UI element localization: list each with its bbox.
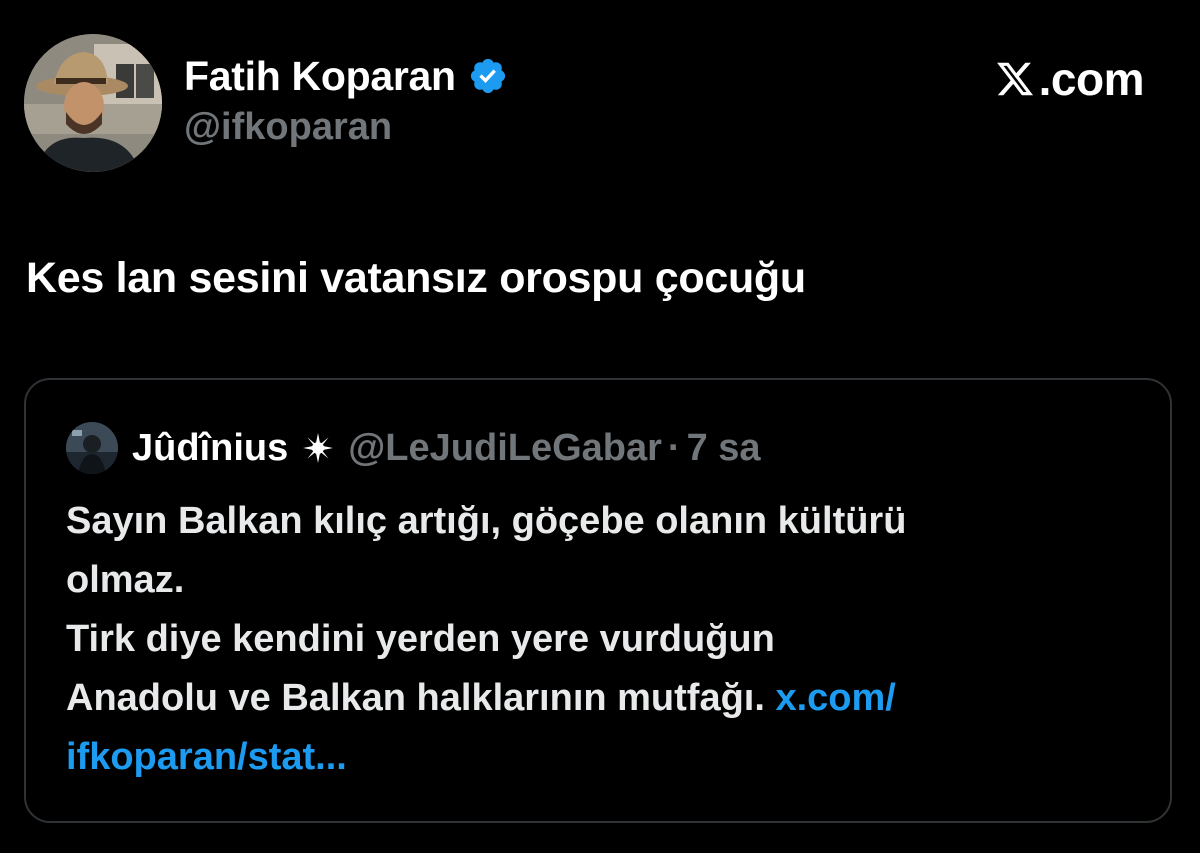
brand-text: .com xyxy=(1038,53,1145,105)
quoted-tweet-header: Jûdînius @LeJudiLeGabar · 7 sa xyxy=(66,422,761,474)
x-logo-icon xyxy=(996,62,1033,96)
quoted-profile-photo xyxy=(66,422,118,474)
quoted-text-line-with-link: Anadolu ve Balkan halklarının mutfağı. x… xyxy=(66,669,1136,728)
author-display-name[interactable]: Fatih Koparan xyxy=(184,53,456,100)
sun-burst-icon xyxy=(303,433,334,463)
quoted-link-line: ifkoparan/stat... xyxy=(66,728,1136,787)
quoted-link-part-2[interactable]: ifkoparan/stat... xyxy=(66,736,347,778)
quoted-tweet-card[interactable]: Jûdînius @LeJudiLeGabar · 7 sa Sayın Bal… xyxy=(24,378,1172,823)
quoted-handle[interactable]: @LeJudiLeGabar xyxy=(348,427,662,470)
quoted-tweet-text: Sayın Balkan kılıç artığı, göçebe olanın… xyxy=(66,492,1136,787)
quoted-text-segment: Anadolu ve Balkan halklarının mutfağı. xyxy=(66,677,776,719)
tweet-text: Kes lan sesini vatansız orospu çocuğu xyxy=(26,254,806,302)
quoted-link-part-1[interactable]: x.com/ xyxy=(775,677,895,719)
header-separator: · xyxy=(667,426,681,469)
verified-badge-icon xyxy=(470,58,505,94)
quoted-author-avatar[interactable] xyxy=(66,422,118,474)
quoted-text-line: olmaz. xyxy=(66,559,185,601)
quoted-display-name[interactable]: Jûdînius xyxy=(132,427,288,470)
quoted-timestamp[interactable]: 7 sa xyxy=(687,427,761,470)
quoted-text-line: Tirk diye kendini yerden yere vurduğun xyxy=(66,618,775,660)
author-handle[interactable]: @ifkoparan xyxy=(184,106,508,149)
quoted-text-line: Sayın Balkan kılıç artığı, göçebe olanın… xyxy=(66,500,907,542)
profile-photo xyxy=(24,34,162,172)
author-avatar[interactable] xyxy=(24,34,162,172)
brand-logo: .com xyxy=(995,52,1145,106)
author-block: Fatih Koparan @ifkoparan xyxy=(184,52,508,149)
